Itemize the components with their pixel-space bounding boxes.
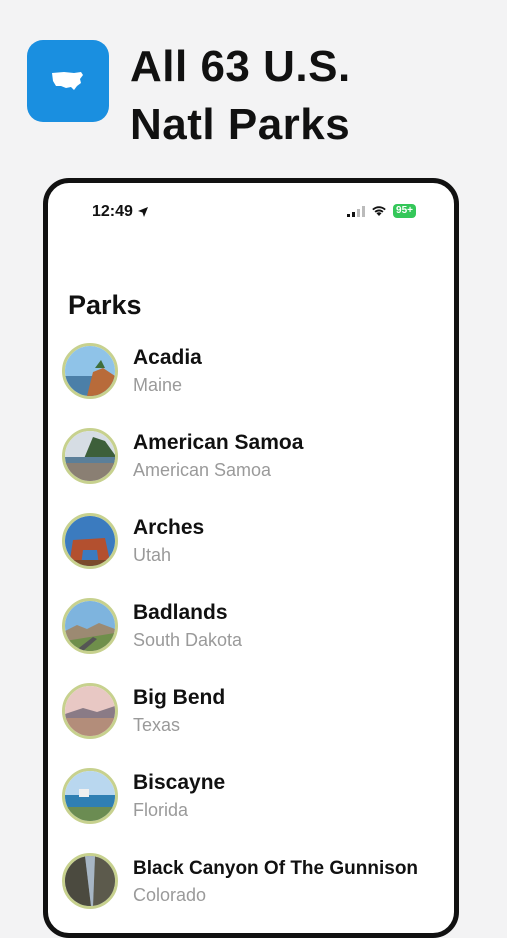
park-name: Badlands [133,601,228,624]
status-indicators: 95+ [347,204,416,218]
park-state: Colorado [133,885,207,905]
status-bar: 12:49 95+ [48,201,454,225]
app-icon [27,40,109,122]
battery-indicator: 95+ [393,204,416,218]
list-item-badlands[interactable]: Badlands South Dakota [62,598,454,683]
park-name: Acadia [133,346,202,369]
park-thumbnail [62,853,118,909]
status-time-group: 12:49 [92,203,149,221]
park-thumbnail [62,768,118,824]
park-name: Black Canyon Of The Gunnison [133,858,419,879]
park-state: American Samoa [133,460,272,480]
usa-map-icon [52,72,83,90]
park-list: Acadia Maine American Samoa American Sam… [62,343,454,933]
park-thumbnail [62,343,118,399]
wifi-icon [372,206,386,216]
signal-icon [347,205,366,217]
list-item-black-canyon[interactable]: Black Canyon Of The Gunnison Colorado [62,853,454,933]
park-thumbnail [62,598,118,654]
list-item-american-samoa[interactable]: American Samoa American Samoa [62,428,454,513]
park-thumbnail [62,513,118,569]
park-state: Texas [133,715,181,735]
headline-line-1: All 63 U.S. [130,42,351,91]
park-state: Utah [133,545,172,565]
park-state: Maine [133,375,183,395]
location-arrow-icon [137,207,148,217]
headline-line-2: Natl Parks [130,100,351,149]
page-title: Parks [68,290,142,320]
park-name: Biscayne [133,771,226,794]
list-item-arches[interactable]: Arches Utah [62,513,454,598]
list-item-biscayne[interactable]: Biscayne Florida [62,768,454,853]
headline: All 63 U.S. Natl Parks [130,38,490,154]
list-item-big-bend[interactable]: Big Bend Texas [62,683,454,768]
park-name: Big Bend [133,686,226,709]
status-time: 12:49 [92,203,133,220]
park-name: American Samoa [133,431,304,454]
park-thumbnail [62,683,118,739]
park-state: South Dakota [133,630,243,650]
park-name: Arches [133,516,205,539]
park-state: Florida [133,800,189,820]
list-item-acadia[interactable]: Acadia Maine [62,343,454,428]
park-thumbnail [62,428,118,484]
phone-frame: 12:49 95+ Parks Acadia Maine American Sa… [43,178,459,938]
